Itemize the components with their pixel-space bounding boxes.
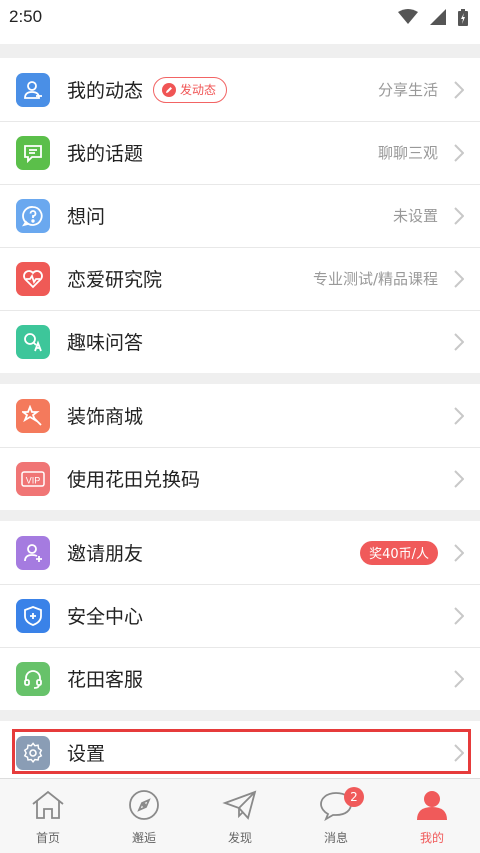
menu-item-label: 装饰商城 [67, 406, 144, 428]
chevron-right-icon [452, 143, 466, 163]
menu-group: 设置 [0, 721, 480, 784]
menu-item-label: 安全中心 [67, 606, 144, 628]
home-icon [30, 789, 66, 825]
menu-group: 装饰商城 VIP 使用花田兑换码 [0, 384, 480, 510]
menu-item-subtitle: 分享生活 [377, 81, 438, 99]
chevron-right-icon [452, 269, 466, 289]
chevron-right-icon [452, 406, 466, 426]
menu-item-redeem-code[interactable]: VIP 使用花田兑换码 [0, 447, 480, 510]
menu-item-love-institute[interactable]: 恋爱研究院 专业测试/精品课程 [0, 247, 480, 310]
chevron-right-icon [452, 543, 466, 563]
person-icon [16, 72, 50, 107]
svg-text:VIP: VIP [26, 475, 41, 485]
status-icons [398, 8, 468, 26]
menu-item-settings[interactable]: 设置 [0, 721, 480, 784]
menu-item-subtitle: 未设置 [392, 207, 438, 225]
chevron-right-icon [452, 206, 466, 226]
menu-item-label: 恋爱研究院 [67, 269, 163, 291]
menu-item-label: 想问 [67, 206, 106, 228]
status-time: 2:50 [9, 7, 43, 26]
qa-icon [16, 324, 50, 359]
wifi-icon [398, 9, 418, 24]
status-bar: 2:50 [0, 0, 480, 34]
battery-icon [458, 8, 468, 26]
question-icon [16, 198, 50, 233]
tab-home[interactable]: 首页 [0, 779, 96, 853]
reward-badge: 奖40币/人 [360, 540, 438, 565]
tab-label: 我的 [419, 831, 444, 845]
menu-item-label: 花田客服 [67, 669, 144, 691]
add-person-icon [16, 535, 50, 570]
pencil-icon [162, 82, 177, 97]
menu-item-want-ask[interactable]: 想问 未设置 [0, 184, 480, 247]
chevron-right-icon [452, 606, 466, 626]
menu-item-my-moments[interactable]: 我的动态 发动态 分享生活 [0, 58, 480, 121]
menu-item-decor-shop[interactable]: 装饰商城 [0, 384, 480, 447]
tab-label: 首页 [35, 831, 60, 845]
vip-icon: VIP [16, 461, 50, 496]
menu-item-label: 设置 [67, 743, 106, 765]
chevron-right-icon [452, 669, 466, 689]
menu-item-label: 趣味问答 [67, 332, 144, 354]
headset-icon [16, 661, 50, 696]
chevron-right-icon [452, 332, 466, 352]
chevron-right-icon [452, 469, 466, 489]
paper-plane-icon [222, 789, 258, 825]
signal-icon [430, 9, 446, 25]
compass-icon [126, 789, 162, 825]
post-moment-button[interactable]: 发动态 [153, 76, 228, 103]
tab-me[interactable]: 我的 [384, 779, 480, 853]
bottom-tab-bar: 首页 邂逅 发现 消息 2 我的 [0, 778, 480, 853]
tab-label: 发现 [227, 831, 252, 845]
menu-group: 邀请朋友 奖40币/人安全中心花田客服 [0, 521, 480, 710]
menu-item-label: 邀请朋友 [67, 543, 144, 565]
tab-label: 消息 [323, 831, 348, 845]
menu-item-my-topics[interactable]: 我的话题 聊聊三观 [0, 121, 480, 184]
menu-group: 我的动态 发动态 分享生活我的话题 聊聊三观想问 未设置恋爱研究院 专业测试/精品课程趣味… [0, 58, 480, 373]
menu-item-label: 我的话题 [67, 143, 144, 165]
star-wand-icon [16, 398, 50, 433]
menu-item-security-center[interactable]: 安全中心 [0, 584, 480, 647]
chevron-right-icon [452, 743, 466, 763]
post-moment-label: 发动态 [180, 83, 217, 97]
menu-item-invite-friends[interactable]: 邀请朋友 奖40币/人 [0, 521, 480, 584]
menu-item-label: 使用花田兑换码 [67, 469, 201, 491]
tab-discover[interactable]: 发现 [192, 779, 288, 853]
tab-encounter[interactable]: 邂逅 [96, 779, 192, 853]
user-icon [414, 789, 450, 825]
shield-icon [16, 598, 50, 633]
heart-pulse-icon [16, 261, 50, 296]
menu-list: 我的动态 发动态 分享生活我的话题 聊聊三观想问 未设置恋爱研究院 专业测试/精品课程趣味… [0, 58, 480, 784]
tab-label: 邂逅 [131, 831, 156, 845]
menu-item-subtitle: 聊聊三观 [377, 144, 438, 162]
menu-item-label: 我的动态 [67, 80, 144, 102]
chevron-right-icon [452, 80, 466, 100]
menu-item-customer-service[interactable]: 花田客服 [0, 647, 480, 710]
unread-count-badge: 2 [344, 787, 364, 807]
menu-item-fun-qa[interactable]: 趣味问答 [0, 310, 480, 373]
menu-item-subtitle: 专业测试/精品课程 [312, 270, 438, 288]
tab-messages[interactable]: 消息 2 [288, 779, 384, 853]
gear-icon [16, 735, 50, 770]
chat-icon [16, 135, 50, 170]
